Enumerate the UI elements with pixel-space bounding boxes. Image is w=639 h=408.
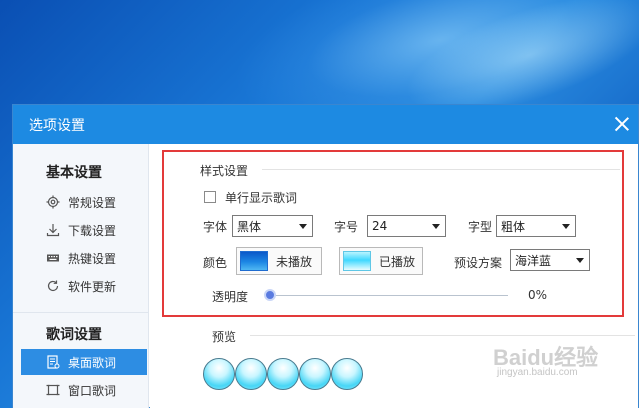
- sidebar-item-label: 常规设置: [68, 195, 117, 210]
- gear-icon: [46, 195, 60, 209]
- font-select-value: 黑体: [237, 219, 262, 234]
- unplayed-color-button[interactable]: 未播放: [236, 247, 322, 275]
- preview-lyric-bubble: [331, 358, 363, 390]
- chevron-down-icon: [576, 258, 584, 263]
- preview-lyric-bubble: [203, 358, 235, 390]
- keyboard-icon: [46, 251, 60, 265]
- dialog-titlebar: 选项设置: [13, 105, 638, 144]
- close-icon[interactable]: [614, 116, 630, 132]
- opacity-value: 0%: [528, 288, 548, 302]
- preset-label: 预设方案: [454, 256, 503, 270]
- sidebar-heading-lyrics: 歌词设置: [46, 327, 102, 343]
- sidebar-item-download[interactable]: 下载设置: [21, 217, 147, 243]
- sidebar-item-update[interactable]: 软件更新: [21, 273, 147, 299]
- watermark-url: jingyan.baidu.com: [497, 367, 578, 378]
- opacity-label: 透明度: [212, 290, 249, 304]
- opacity-slider-track[interactable]: [268, 295, 508, 296]
- sidebar-heading-basic: 基本设置: [46, 165, 102, 181]
- chevron-down-icon: [562, 224, 570, 229]
- dialog-title: 选项设置: [29, 117, 85, 134]
- sidebar-item-hotkeys[interactable]: 热键设置: [21, 245, 147, 271]
- sidebar-item-label: 软件更新: [68, 279, 117, 294]
- desktop-lyrics-icon: [46, 355, 60, 369]
- preview-section-divider: [250, 335, 635, 336]
- color-label: 颜色: [203, 256, 228, 270]
- refresh-icon: [46, 279, 60, 293]
- download-icon: [46, 223, 60, 237]
- preset-select-value: 海洋蓝: [515, 253, 552, 268]
- opacity-slider-thumb[interactable]: [264, 289, 276, 301]
- sidebar-item-label: 下载设置: [68, 223, 117, 238]
- sidebar-item-general[interactable]: 常规设置: [21, 189, 147, 215]
- unplayed-color-swatch: [240, 251, 268, 271]
- played-color-button[interactable]: 已播放: [339, 247, 423, 275]
- sidebar-item-desktop-lyrics[interactable]: 桌面歌词: [21, 349, 147, 375]
- font-label: 字体: [203, 220, 228, 234]
- sidebar-item-label: 热键设置: [68, 251, 117, 266]
- weight-select-value: 粗体: [501, 219, 526, 234]
- sidebar-divider: [13, 312, 148, 313]
- chevron-down-icon: [432, 224, 440, 229]
- single-line-label: 单行显示歌词: [225, 191, 298, 205]
- sidebar: 基本设置 常规设置 下载设置 热键设置 软件更新 歌词设置 桌面歌词 窗口歌词: [13, 144, 149, 408]
- played-color-swatch: [343, 251, 371, 271]
- size-label: 字号: [334, 220, 359, 234]
- unplayed-color-label: 未播放: [276, 254, 313, 269]
- preview-lyric-bubble: [267, 358, 299, 390]
- preview-lyric-bubble: [235, 358, 267, 390]
- size-select-value: 24: [372, 219, 388, 233]
- weight-select[interactable]: 粗体: [496, 215, 576, 237]
- preview-section-title: 预览: [212, 330, 237, 344]
- style-section-divider: [262, 169, 620, 170]
- played-color-label: 已播放: [379, 254, 416, 269]
- sidebar-item-window-lyrics[interactable]: 窗口歌词: [21, 377, 147, 403]
- window-lyrics-icon: [46, 383, 60, 397]
- font-select[interactable]: 黑体: [232, 215, 313, 237]
- single-line-checkbox[interactable]: [204, 191, 216, 203]
- sidebar-item-label: 窗口歌词: [68, 383, 117, 398]
- preset-select[interactable]: 海洋蓝: [510, 249, 590, 271]
- size-select[interactable]: 24: [367, 215, 446, 237]
- sidebar-item-label: 桌面歌词: [68, 355, 117, 370]
- preview-lyric-bubble: [299, 358, 331, 390]
- chevron-down-icon: [299, 224, 307, 229]
- weight-label: 字型: [468, 220, 493, 234]
- style-section-title: 样式设置: [200, 164, 249, 178]
